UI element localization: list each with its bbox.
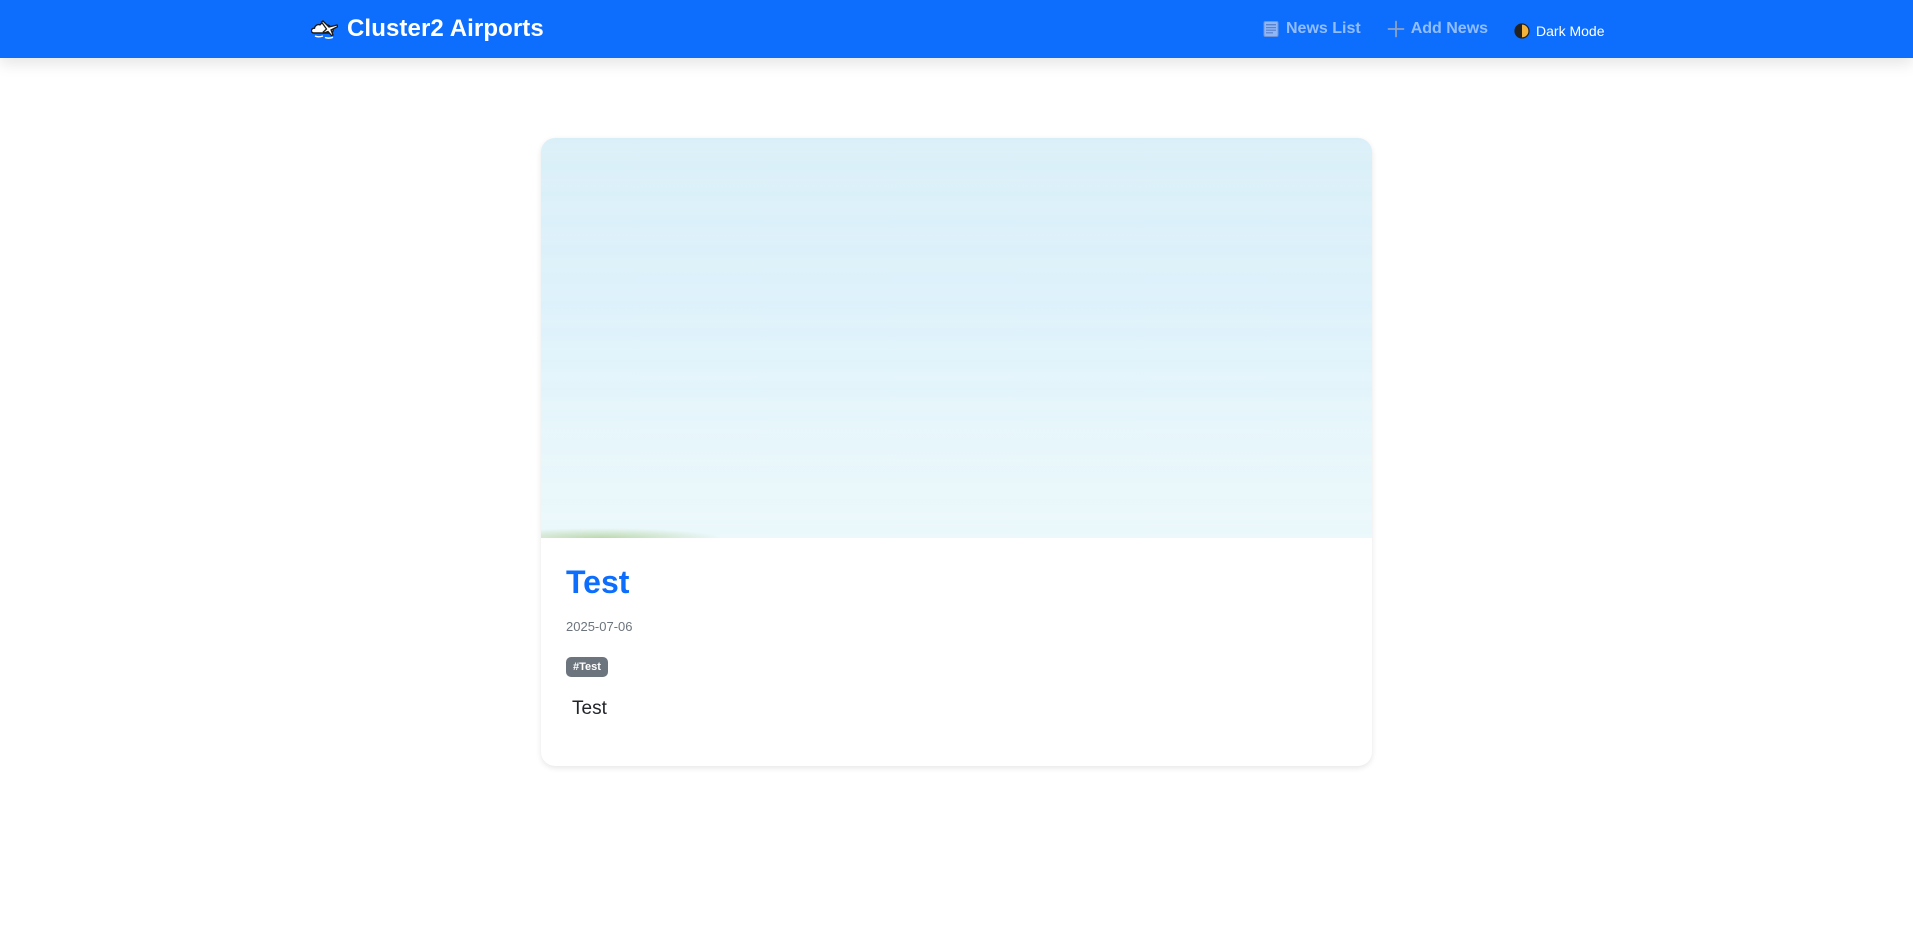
nav-links: News List Add News Dark Mode [1262,0,1605,58]
nav-add-news-link[interactable]: Add News [1387,20,1488,38]
newspaper-icon [1262,20,1280,38]
nav-news-list-link[interactable]: News List [1262,20,1361,38]
airplane-cloud-icon [310,18,339,40]
news-date: 2025-07-06 [566,619,633,634]
brand-link[interactable]: Cluster2 Airports [310,13,544,45]
brand-title: Cluster2 Airports [347,15,544,42]
news-body: Test [572,698,607,719]
plus-icon [1387,20,1405,38]
nav-news-list-label: News List [1286,20,1361,37]
nav-add-news-label: Add News [1410,20,1489,37]
tag-badge: #Test [566,657,608,677]
half-circle-icon [1514,22,1530,39]
news-card: Test 2025-07-06 #Test Test [541,138,1372,766]
news-card-body: Test 2025-07-06 #Test Test [541,538,1372,721]
news-image [541,138,1372,538]
dark-mode-toggle[interactable]: Dark Mode [1514,22,1605,39]
dark-mode-label: Dark Mode [1536,22,1605,39]
top-navbar: Cluster2 Airports News List Add News Dar… [0,0,1913,58]
news-title: Test [566,564,630,600]
